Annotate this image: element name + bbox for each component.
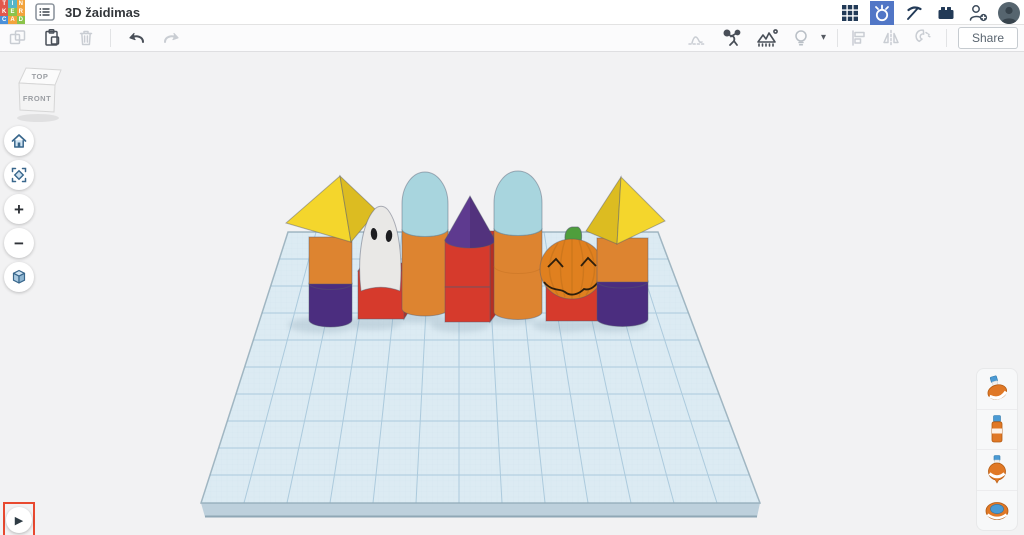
glue-bottle-squat-icon <box>984 373 1010 405</box>
add-user-icon[interactable] <box>966 1 990 25</box>
sim-play-button[interactable]: ▶ <box>6 507 32 533</box>
perspective-cube-icon <box>10 268 28 286</box>
undo-icon[interactable] <box>125 28 147 48</box>
logo-tile: I <box>8 0 16 8</box>
logo-tile: A <box>8 16 16 24</box>
top-app-bar: T I N K E R C A D 3D žaidimas <box>0 0 1024 25</box>
viewcube-top-label: TOP <box>32 72 49 81</box>
viewcube-front-label: FRONT <box>23 94 51 103</box>
sim-play-highlight-box: ▶ <box>3 502 35 535</box>
glue-ring-button[interactable] <box>977 491 1017 531</box>
zoom-out-button[interactable]: − <box>4 228 34 258</box>
arch-cylinder-left[interactable] <box>402 172 448 316</box>
tinkercad-window: T I N K E R C A D 3D žaidimas <box>0 0 1024 535</box>
minecraft-pickaxe-icon[interactable] <box>902 1 926 25</box>
home-icon <box>10 132 28 150</box>
tinkercad-logo[interactable]: T I N K E R C A D <box>0 0 25 24</box>
edit-toolbar: ▾ Share <box>0 25 1024 52</box>
glue-bottle-squat-button[interactable] <box>977 369 1017 410</box>
view-controls: + − <box>4 126 34 292</box>
terrain-tool-icon[interactable] <box>755 28 781 48</box>
arc-tool-icon[interactable] <box>687 28 709 48</box>
play-icon: ▶ <box>15 514 23 527</box>
logo-tile: N <box>17 0 25 8</box>
arch-cylinder-right[interactable] <box>494 171 542 320</box>
paste-icon[interactable] <box>42 28 62 48</box>
character-tool-icon[interactable] <box>720 28 744 48</box>
toolbar-divider <box>110 29 111 47</box>
toolbar-divider <box>837 29 838 47</box>
avatar[interactable] <box>998 2 1020 24</box>
logo-tile: C <box>0 16 8 24</box>
purple-cone[interactable] <box>445 196 495 248</box>
scene-3d-viewport[interactable] <box>0 0 1024 535</box>
view-cube[interactable]: TOP FRONT <box>8 58 68 124</box>
brick-icon[interactable] <box>934 1 958 25</box>
minus-icon: − <box>14 235 24 252</box>
glue-ring-icon <box>983 495 1011 525</box>
mirror-icon[interactable] <box>880 28 902 48</box>
sim-glue-tool-panel <box>976 368 1018 531</box>
logo-tile: K <box>0 8 8 16</box>
redo-icon[interactable] <box>161 28 183 48</box>
show-all-bulb-icon[interactable] <box>792 28 810 48</box>
bulb-menu-caret-icon[interactable]: ▾ <box>821 33 826 43</box>
design-title: 3D žaidimas <box>65 5 140 20</box>
logo-tile: D <box>17 16 25 24</box>
glue-bottle-round-button[interactable] <box>977 450 1017 491</box>
logo-tile: R <box>17 8 25 16</box>
fit-view-button[interactable] <box>4 160 34 190</box>
share-button[interactable]: Share <box>958 27 1018 49</box>
glue-bottle-tall-button[interactable] <box>977 410 1017 451</box>
home-view-button[interactable] <box>4 126 34 156</box>
plus-icon: + <box>14 201 24 218</box>
snap-magnet-icon[interactable] <box>913 28 935 48</box>
delete-icon[interactable] <box>76 28 96 48</box>
orthographic-toggle-button[interactable] <box>4 262 34 292</box>
design-menu-icon[interactable] <box>33 2 57 22</box>
logo-tile: T <box>0 0 8 8</box>
zoom-in-button[interactable]: + <box>4 194 34 224</box>
toolbar-divider <box>946 29 947 47</box>
glue-bottle-round-icon <box>984 454 1010 486</box>
apps-grid-icon[interactable] <box>838 1 862 25</box>
align-icon[interactable] <box>849 28 869 48</box>
sim-lab-icon[interactable] <box>870 1 894 25</box>
fit-view-icon <box>10 166 28 184</box>
logo-tile: E <box>8 8 16 16</box>
glue-bottle-tall-icon <box>984 413 1010 445</box>
copy-icon[interactable] <box>8 28 28 48</box>
